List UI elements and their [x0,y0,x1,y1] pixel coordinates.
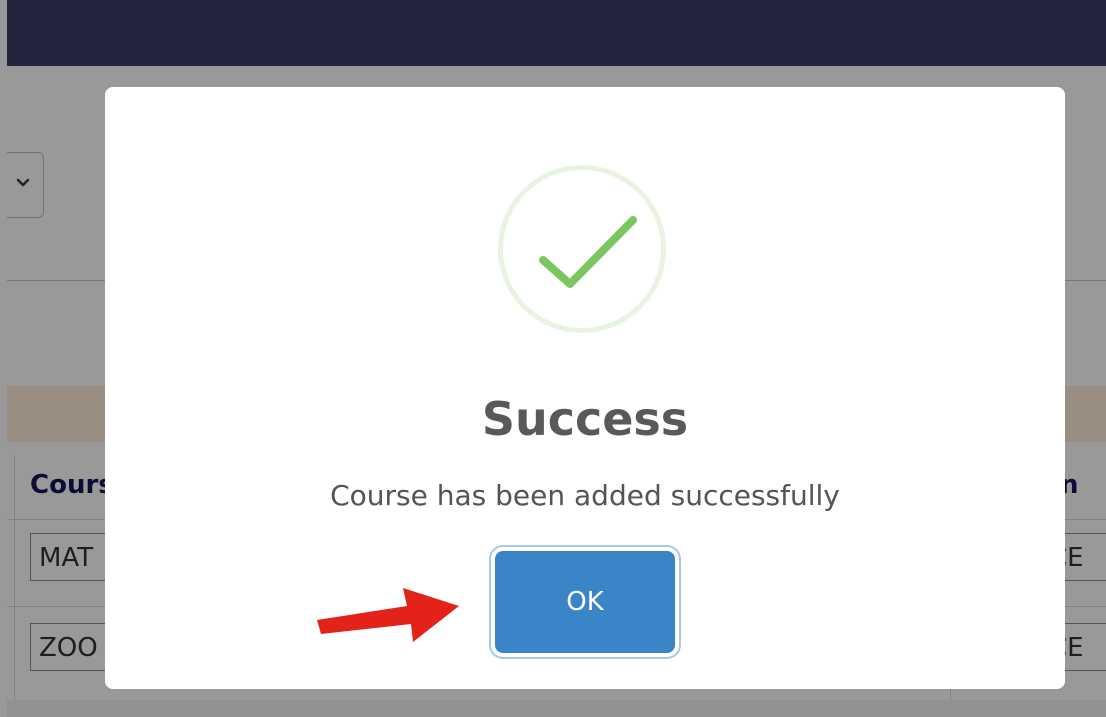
dialog-title: Success [481,392,689,446]
check-mark-icon [539,216,637,288]
success-check-icon [498,165,666,333]
success-dialog: Success Course has been added successful… [105,87,1065,689]
dialog-message: Course has been added successfully [330,479,840,512]
ok-button[interactable]: OK [495,551,675,653]
red-arrow-icon [317,588,459,642]
